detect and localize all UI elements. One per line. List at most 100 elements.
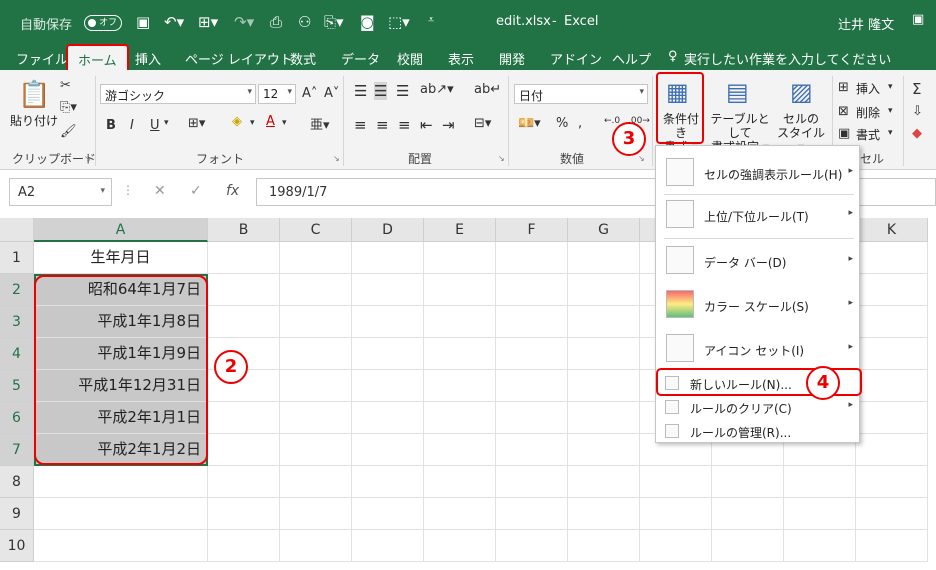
align-bottom-icon[interactable]: ☰ [396, 82, 409, 100]
grid-cell[interactable] [352, 306, 424, 338]
grid-cell[interactable] [280, 434, 352, 466]
tab-insert[interactable]: 挿入 [135, 49, 161, 68]
row-header-2[interactable]: 2 [0, 274, 34, 306]
grid-cell[interactable] [568, 370, 640, 402]
col-header-c[interactable]: C [280, 218, 352, 242]
row-header-5[interactable]: 5 [0, 370, 34, 402]
tell-me-search[interactable]: 実行したい作業を入力してください [684, 49, 891, 68]
grid-cell[interactable] [568, 338, 640, 370]
grid-cell[interactable] [856, 370, 928, 402]
grid-cell[interactable] [208, 242, 280, 274]
grow-font-icon[interactable]: A˄ [302, 86, 317, 101]
paste-icon[interactable]: 📋 [18, 80, 50, 110]
ribbon-display-icon[interactable]: ▣ [912, 12, 924, 27]
align-top-icon[interactable]: ☰ [354, 82, 367, 100]
grid-cell[interactable] [352, 370, 424, 402]
grid-cell[interactable] [856, 498, 928, 530]
grid-cell[interactable] [424, 466, 496, 498]
grid-cell[interactable] [352, 402, 424, 434]
grid-cell[interactable] [352, 530, 424, 562]
grid-cell[interactable] [856, 274, 928, 306]
grid-cell[interactable] [856, 466, 928, 498]
grid-cell[interactable] [496, 402, 568, 434]
grid-cell[interactable] [640, 466, 712, 498]
grid-cell[interactable] [424, 242, 496, 274]
grid-cell[interactable] [856, 242, 928, 274]
grid-cell[interactable] [496, 338, 568, 370]
fill-color-icon[interactable]: ◈ [232, 114, 242, 129]
grid-cell[interactable] [568, 306, 640, 338]
name-box[interactable]: A2 ▾ [9, 178, 112, 206]
grid-cell[interactable] [208, 530, 280, 562]
insert-cells-button[interactable]: 挿入 [856, 82, 880, 96]
grid-cell[interactable] [712, 530, 784, 562]
underline-dropdown-icon[interactable]: ▾ [164, 118, 169, 128]
grid-cell[interactable] [496, 530, 568, 562]
grid-cell[interactable] [784, 530, 856, 562]
grid-cell[interactable] [280, 242, 352, 274]
format-as-table-icon[interactable]: ▤ [726, 78, 749, 106]
wrap-text-icon[interactable]: ab↵ [474, 82, 501, 97]
alignment-launcher-icon[interactable]: ↘ [498, 154, 505, 163]
grid-cell[interactable] [424, 498, 496, 530]
delete-cells-button[interactable]: 削除 [856, 106, 880, 120]
grid-cell[interactable] [856, 338, 928, 370]
grid-cell[interactable] [568, 434, 640, 466]
customize-qat-icon[interactable]: ⩡ [428, 13, 434, 27]
clear-icon[interactable]: ◆ [912, 126, 922, 141]
grid-cell[interactable] [280, 402, 352, 434]
grid-cell[interactable] [208, 306, 280, 338]
grid-cell[interactable] [784, 498, 856, 530]
phonetic-icon[interactable]: 亜▾ [310, 114, 330, 133]
grid-cell[interactable] [640, 530, 712, 562]
grid-cell[interactable] [352, 466, 424, 498]
grid-cell[interactable] [424, 402, 496, 434]
grid-cell[interactable] [424, 370, 496, 402]
cut-icon[interactable]: ✂ [60, 78, 71, 93]
grid-cell[interactable] [496, 434, 568, 466]
align-left-icon[interactable]: ≡ [354, 116, 367, 134]
row-header-10[interactable]: 10 [0, 530, 34, 562]
comma-icon[interactable]: , [578, 116, 582, 131]
row-header-3[interactable]: 3 [0, 306, 34, 338]
cancel-entry-icon[interactable]: ✕ [154, 183, 166, 199]
grid-cell[interactable] [856, 434, 928, 466]
delete-cells-icon[interactable]: ⊠ [838, 104, 849, 119]
user-name[interactable]: 辻井 隆文 [838, 14, 894, 33]
row-header-1[interactable]: 1 [0, 242, 34, 274]
grid-cell[interactable] [424, 530, 496, 562]
grid-cell[interactable] [352, 242, 424, 274]
percent-button[interactable]: % [556, 116, 568, 131]
grid-cell[interactable] [424, 338, 496, 370]
col-header-a[interactable]: A [34, 218, 208, 242]
delete-dropdown-icon[interactable]: ▾ [888, 106, 893, 116]
print-preview-icon[interactable]: ⎙ [270, 13, 282, 31]
decrease-indent-icon[interactable]: ⇤ [420, 116, 433, 134]
grid-cell[interactable] [568, 402, 640, 434]
autosave-toggle[interactable]: オフ [84, 15, 122, 31]
tab-review[interactable]: 校閲 [397, 49, 423, 68]
menu-manage-rules[interactable]: ルールの管理(R)... [656, 422, 861, 444]
borders-icon[interactable]: ⊞▾ [188, 116, 205, 131]
row-header-6[interactable]: 6 [0, 402, 34, 434]
grid-cell[interactable] [34, 530, 208, 562]
undo-icon[interactable]: ↶▾ [164, 13, 184, 31]
row-header-4[interactable]: 4 [0, 338, 34, 370]
grid-cell[interactable] [496, 306, 568, 338]
col-header-b[interactable]: B [208, 218, 280, 242]
confirm-entry-icon[interactable]: ✓ [190, 183, 202, 199]
orientation-icon[interactable]: ab↗▾ [420, 82, 454, 97]
grid-cell[interactable] [856, 306, 928, 338]
col-header-d[interactable]: D [352, 218, 424, 242]
grid-cell[interactable] [424, 274, 496, 306]
grid-cell[interactable] [352, 274, 424, 306]
autosum-icon[interactable]: Σ [912, 80, 921, 98]
grid-cell[interactable] [568, 274, 640, 306]
clipboard-launcher-icon[interactable]: ↘ [84, 154, 91, 163]
bold-button[interactable]: B [106, 118, 116, 133]
shrink-font-icon[interactable]: A˅ [324, 86, 339, 101]
grid-cell[interactable] [856, 402, 928, 434]
insert-cells-icon[interactable]: ⊞ [838, 80, 849, 95]
camera-icon[interactable]: ◙ [360, 13, 375, 31]
align-center-icon[interactable]: ≡ [376, 116, 389, 134]
